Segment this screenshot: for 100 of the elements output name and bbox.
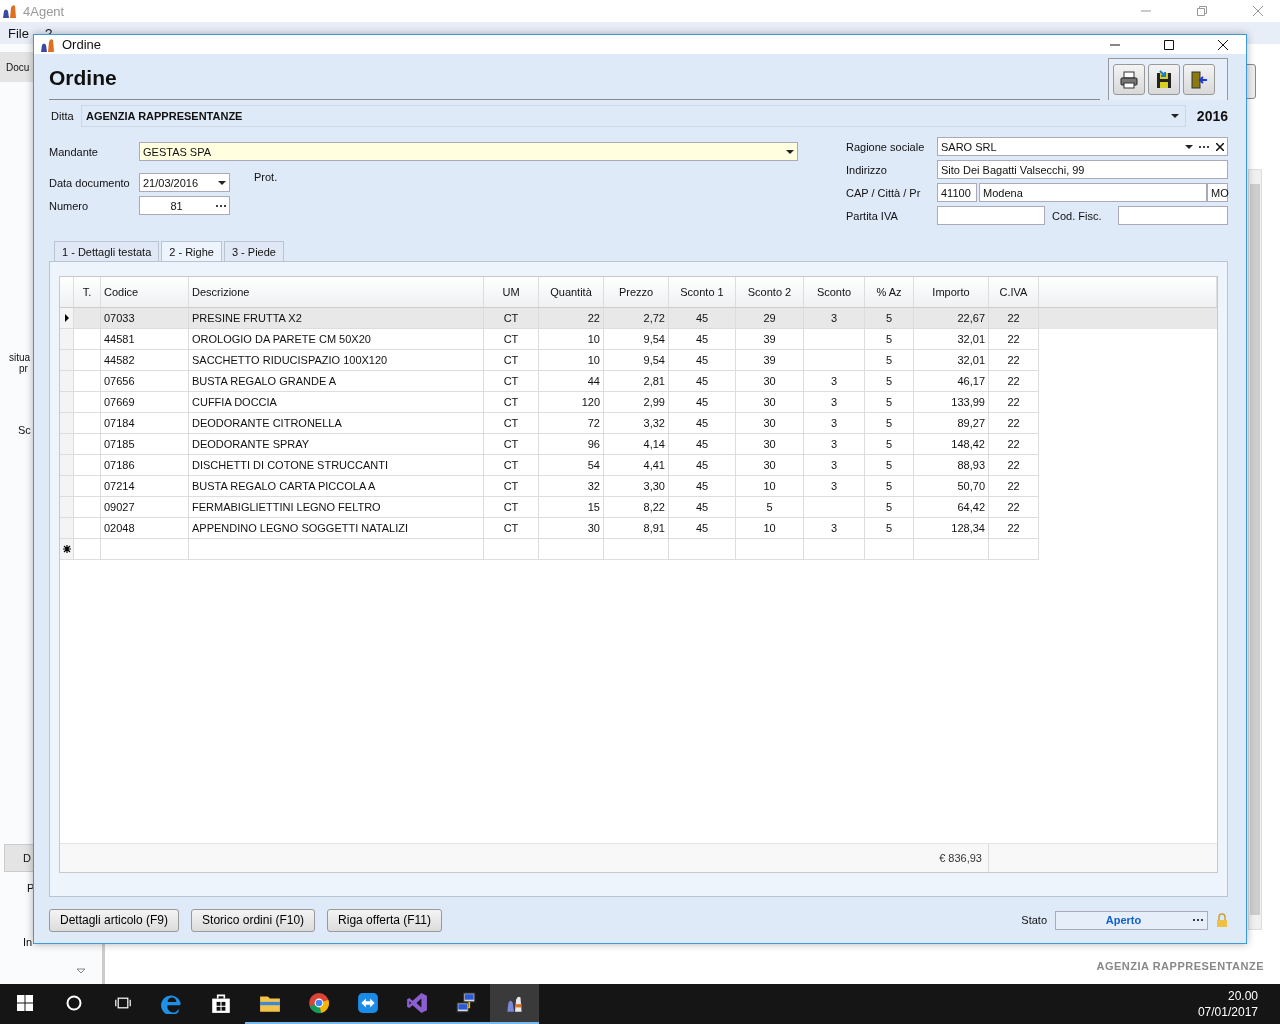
clear-icon <box>1216 142 1224 151</box>
tab[interactable]: 2 - Righe <box>161 241 222 262</box>
column-header[interactable]: Sconto 2 <box>736 277 804 307</box>
tab[interactable]: 3 - Piede <box>223 241 284 261</box>
caret-icon <box>1185 144 1193 149</box>
save-button[interactable] <box>1148 64 1180 95</box>
table-cell: 32,01 <box>914 350 989 371</box>
column-header[interactable]: Quantità <box>539 277 604 307</box>
table-row[interactable]: 07186 DISCHETTI DI COTONE STRUCCANTI CT 54 4,41 45 30 3 5 88,93 22 <box>60 455 1217 476</box>
table-cell <box>74 329 101 350</box>
table-cell: 9,54 <box>604 350 669 371</box>
column-header[interactable]: Importo <box>914 277 989 307</box>
tab[interactable]: 1 - Dettagli testata <box>54 241 160 261</box>
table-cell: OROLOGIO DA PARETE CM 50X20 <box>189 329 484 350</box>
caret-icon <box>786 149 794 154</box>
table-cell: 3 <box>804 371 865 392</box>
table-row[interactable]: 07185 DEODORANTE SPRAY CT 96 4,14 45 30 3 5 148,42 22 <box>60 434 1217 455</box>
number-field[interactable]: 81 <box>139 196 230 215</box>
field-label: CAP / Città / Pr <box>846 186 922 199</box>
table-row[interactable]: 09027 FERMABIGLIETTINI LEGNO FELTRO CT 15 8,22 45 5 5 64,42 22 <box>60 497 1217 518</box>
vat-number-field[interactable] <box>937 206 1045 225</box>
print-button[interactable] <box>1113 64 1145 95</box>
table-cell: 2,99 <box>604 392 669 413</box>
table-row[interactable]: 07033 PRESINE FRUTTA X2 CT 22 2,72 45 29 3 5 22,67 22 <box>60 308 1217 329</box>
table-cell[interactable] <box>604 539 669 560</box>
province-field[interactable]: MO <box>1207 183 1228 202</box>
table-cell: 3 <box>804 392 865 413</box>
field-label: Mandante <box>49 145 99 158</box>
padlock-icon[interactable] <box>1216 913 1228 927</box>
maximize-icon[interactable] <box>1164 39 1174 50</box>
column-header[interactable]: Sconto 1 <box>669 277 736 307</box>
postcode-field[interactable]: 41100 <box>937 183 977 202</box>
row-header[interactable] <box>60 539 74 560</box>
table-cell: 22 <box>989 329 1039 350</box>
action-button[interactable]: Storico ordini (F10) <box>191 908 316 932</box>
table-cell: 45 <box>669 434 736 455</box>
table-row[interactable]: 07656 BUSTA REGALO GRANDE A CT 44 2,81 45 30 3 5 46,17 22 <box>60 371 1217 392</box>
table-cell[interactable] <box>539 539 604 560</box>
table-cell: 22 <box>989 497 1039 518</box>
panel-header[interactable]: Docu <box>6 61 30 73</box>
dropdown-field[interactable]: GESTAS SPA <box>139 142 798 161</box>
column-header[interactable]: T. <box>74 277 101 307</box>
table-row[interactable]: 02048 APPENDINO LEGNO SOGGETTI NATALIZI CT 30 8,91 45 10 3 5 128,34 22 <box>60 518 1217 539</box>
exit-button[interactable] <box>1183 64 1215 95</box>
table-row[interactable]: 07214 BUSTA REGALO CARTA PICCOLA A CT 32 3,30 45 10 3 5 50,70 22 <box>60 476 1217 497</box>
table-row[interactable]: 44582 SACCHETTO RIDUCISPAZIO 100X120 CT 10 9,54 45 39 5 32,01 22 <box>60 350 1217 371</box>
table-cell[interactable] <box>484 539 539 560</box>
city-field[interactable]: Modena <box>979 183 1207 202</box>
table-cell: 45 <box>669 392 736 413</box>
column-header[interactable]: Descrizione <box>189 277 484 307</box>
new-row-icon <box>62 545 71 553</box>
action-button[interactable]: Dettagli articolo (F9) <box>49 908 180 932</box>
address-field[interactable]: Sito Dei Bagatti Valsecchi, 99 <box>937 160 1228 179</box>
column-header[interactable]: UM <box>484 277 539 307</box>
table-row[interactable]: 44581 OROLOGIO DA PARETE CM 50X20 CT 10 9,54 45 39 5 32,01 22 <box>60 329 1217 350</box>
table-cell[interactable] <box>914 539 989 560</box>
table-cell: 72 <box>539 413 604 434</box>
table-cell[interactable] <box>189 539 484 560</box>
date-field[interactable]: 21/03/2016 <box>139 173 230 192</box>
column-header[interactable]: % Az <box>865 277 914 307</box>
table-cell: 22 <box>989 413 1039 434</box>
clock-time: 20.00 <box>1227 989 1258 1003</box>
table-cell: 07033 <box>101 308 189 329</box>
table-cell: 30 <box>539 518 604 539</box>
ellipsis-icon <box>1199 145 1209 148</box>
action-button[interactable]: Riga offerta (F11) <box>327 908 443 932</box>
table-cell[interactable] <box>736 539 804 560</box>
table-cell[interactable] <box>74 539 101 560</box>
table-cell[interactable] <box>865 539 914 560</box>
caret-icon <box>1171 114 1179 118</box>
column-header[interactable]: C.IVA <box>989 277 1039 307</box>
table-row[interactable]: 07184 DEODORANTE CITRONELLA CT 72 3,32 45 30 3 5 89,27 22 <box>60 413 1217 434</box>
field-label: Indirizzo <box>846 163 888 176</box>
scrollbar[interactable] <box>1248 169 1262 930</box>
column-header[interactable]: Prezzo <box>604 277 669 307</box>
menu-item[interactable]: File <box>0 25 37 41</box>
table-cell: 133,99 <box>914 392 989 413</box>
caret-icon[interactable] <box>76 968 86 974</box>
column-header[interactable]: Codice <box>101 277 189 307</box>
table-cell: 10 <box>736 518 804 539</box>
close-icon[interactable] <box>1218 39 1228 50</box>
tax-code-field[interactable] <box>1118 206 1228 225</box>
table-cell[interactable] <box>669 539 736 560</box>
table-cell: 45 <box>669 497 736 518</box>
table-row[interactable]: 07669 CUFFIA DOCCIA CT 120 2,99 45 30 3 5 133,99 22 <box>60 392 1217 413</box>
table-cell: 45 <box>669 413 736 434</box>
table-cell[interactable] <box>101 539 189 560</box>
company-dropdown[interactable]: AGENZIA RAPPRESENTANZE <box>81 105 1186 127</box>
table-cell[interactable] <box>989 539 1039 560</box>
table-cell: 5 <box>865 476 914 497</box>
status-field[interactable]: Aperto <box>1055 910 1208 930</box>
dropdown-field[interactable]: SARO SRL <box>937 137 1228 156</box>
row-header[interactable] <box>60 308 74 329</box>
taskbar-button[interactable] <box>490 984 539 1024</box>
table-cell: BUSTA REGALO GRANDE A <box>189 371 484 392</box>
table-cell[interactable] <box>804 539 865 560</box>
field-label: Numero <box>49 199 90 212</box>
restore-icon[interactable] <box>1197 6 1207 16</box>
table-cell: CT <box>484 518 539 539</box>
column-header[interactable]: Sconto <box>804 277 865 307</box>
